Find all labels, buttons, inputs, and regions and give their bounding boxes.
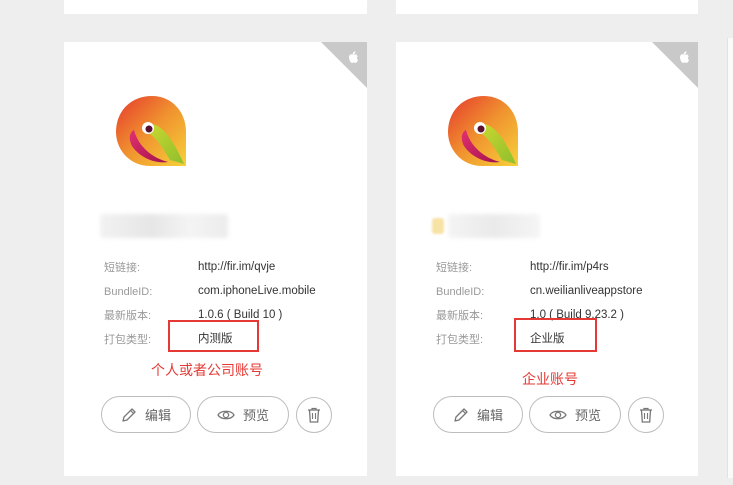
next-card-edge <box>727 38 733 478</box>
preview-button-label: 预览 <box>242 408 269 423</box>
build-type-label: 打包类型: <box>104 334 152 346</box>
short-link-row: 短链接: http://fir.im/qvje <box>104 256 364 280</box>
app-card: 短链接: http://fir.im/qvje BundleID: com.ip… <box>64 42 367 476</box>
annotation-box <box>514 318 597 352</box>
bundle-id-label: BundleID: <box>436 286 485 298</box>
preview-button[interactable]: 预览 <box>197 396 289 433</box>
bundle-id-row: BundleID: cn.weilianliveappstore <box>436 280 696 304</box>
short-link-label: 短链接: <box>436 262 473 274</box>
bundle-id-label: BundleID: <box>104 286 153 298</box>
app-logo-icon[interactable] <box>112 92 192 172</box>
edit-button-label: 编辑 <box>144 408 171 423</box>
app-name-blurred <box>100 214 228 238</box>
short-link-value[interactable]: http://fir.im/qvje <box>198 259 275 275</box>
annotation-note: 企业账号 <box>522 371 578 387</box>
build-type-label: 打包类型: <box>436 334 484 346</box>
pencil-icon <box>454 407 468 422</box>
apple-icon <box>321 42 367 88</box>
preview-button-label: 预览 <box>574 408 601 423</box>
bundle-id-row: BundleID: com.iphoneLive.mobile <box>104 280 364 304</box>
previous-card-bottom <box>64 0 367 14</box>
bundle-id-value: com.iphoneLive.mobile <box>198 285 316 297</box>
app-name-blurred <box>448 214 540 238</box>
previous-card-bottom <box>396 0 698 14</box>
delete-button[interactable] <box>628 397 664 433</box>
eye-icon <box>217 410 235 419</box>
bundle-id-value: cn.weilianliveappstore <box>530 285 643 297</box>
short-link-row: 短链接: http://fir.im/p4rs <box>436 256 696 280</box>
trash-icon <box>640 407 652 423</box>
lock-icon <box>432 218 444 234</box>
edit-button-label: 编辑 <box>476 408 503 423</box>
short-link-label: 短链接: <box>104 262 141 274</box>
app-logo-icon[interactable] <box>444 92 524 172</box>
version-label: 最新版本: <box>104 310 152 322</box>
app-card: 短链接: http://fir.im/p4rs BundleID: cn.wei… <box>396 42 698 476</box>
pencil-icon <box>122 407 136 422</box>
edit-button[interactable]: 编辑 <box>433 396 523 433</box>
version-label: 最新版本: <box>436 310 484 322</box>
apple-icon <box>652 42 698 88</box>
annotation-note: 个人或者公司账号 <box>151 362 263 378</box>
edit-button[interactable]: 编辑 <box>101 396 191 433</box>
delete-button[interactable] <box>296 397 332 433</box>
short-link-value[interactable]: http://fir.im/p4rs <box>530 259 609 275</box>
eye-icon <box>549 410 567 419</box>
preview-button[interactable]: 预览 <box>529 396 621 433</box>
annotation-box <box>168 320 259 352</box>
trash-icon <box>308 407 320 423</box>
